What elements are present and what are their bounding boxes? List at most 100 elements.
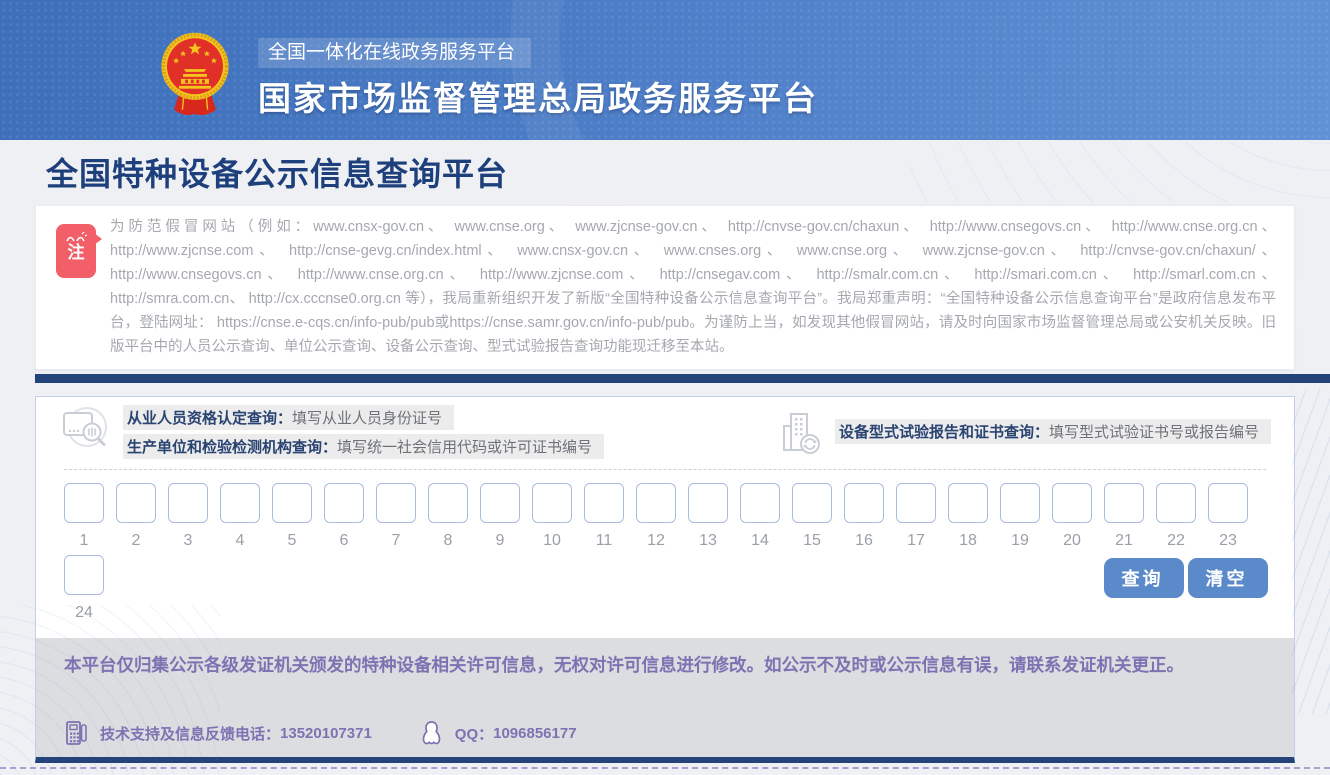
code-cell: 10 xyxy=(532,483,572,550)
disclaimer-text: 本平台仅归集公示各级发证机关颁发的特种设备相关许可信息，无权对许可信息进行修改。… xyxy=(64,650,1264,680)
code-cell: 20 xyxy=(1052,483,1092,550)
unit-query-option[interactable]: 生产单位和检验检测机构查询：填写统一社会信用代码或许可证书编号 xyxy=(123,434,604,459)
navy-divider-bar xyxy=(35,374,1330,383)
code-input-13[interactable] xyxy=(688,483,728,523)
code-cell: 18 xyxy=(948,483,988,550)
code-cell: 16 xyxy=(844,483,884,550)
code-input-23[interactable] xyxy=(1208,483,1248,523)
code-input-20[interactable] xyxy=(1052,483,1092,523)
page-title: 全国特种设备公示信息查询平台 xyxy=(46,149,508,195)
code-cell: 5 xyxy=(272,483,312,550)
query-panel: 从业人员资格认定查询：填写从业人员身份证号 生产单位和检验检测机构查询：填写统一… xyxy=(35,396,1295,763)
code-input-2[interactable] xyxy=(116,483,156,523)
building-sync-icon xyxy=(781,411,821,455)
code-input-9[interactable] xyxy=(480,483,520,523)
code-input-10[interactable] xyxy=(532,483,572,523)
code-cell: 1 xyxy=(64,483,104,550)
code-cell: 19 xyxy=(1000,483,1040,550)
code-input-14[interactable] xyxy=(740,483,780,523)
code-cell-number: 12 xyxy=(636,532,676,550)
code-input-17[interactable] xyxy=(896,483,936,523)
code-cell-number: 7 xyxy=(376,532,416,550)
code-input-24[interactable] xyxy=(64,555,104,595)
code-cell-number: 9 xyxy=(480,532,520,550)
code-cell: 13 xyxy=(688,483,728,550)
code-cell-number: 23 xyxy=(1208,532,1248,550)
site-header: 全国一体化在线政务服务平台 国家市场监督管理总局政务服务平台 xyxy=(0,0,1330,140)
document-magnifier-icon xyxy=(61,405,109,451)
code-cell-number: 6 xyxy=(324,532,364,550)
code-input-1[interactable] xyxy=(64,483,104,523)
code-input-4[interactable] xyxy=(220,483,260,523)
code-cell: 7 xyxy=(376,483,416,550)
code-cell: 11 xyxy=(584,483,624,550)
note-bubble-icon: 注 xyxy=(56,224,96,278)
code-cell: 8 xyxy=(428,483,468,550)
code-cell: 15 xyxy=(792,483,832,550)
person-query-label: 从业人员资格认定查询： xyxy=(127,410,292,427)
code-row-1: 1234567891011121314151617181920212223 xyxy=(64,483,1248,550)
code-cell-number: 21 xyxy=(1104,532,1144,550)
code-input-8[interactable] xyxy=(428,483,468,523)
code-cell: 12 xyxy=(636,483,676,550)
bg-diagonal-lines xyxy=(1292,388,1330,714)
site-title[interactable]: 国家市场监督管理总局政务服务平台 xyxy=(258,72,818,120)
dashed-separator xyxy=(64,469,1266,470)
code-cell: 6 xyxy=(324,483,364,550)
clear-button[interactable]: 清空 xyxy=(1188,558,1268,598)
code-cell: 22 xyxy=(1156,483,1196,550)
qq-number: 1096856177 xyxy=(493,725,576,742)
bottom-dashed-line xyxy=(0,767,1330,769)
code-input-3[interactable] xyxy=(168,483,208,523)
code-cell-number: 3 xyxy=(168,532,208,550)
code-input-5[interactable] xyxy=(272,483,312,523)
code-input-18[interactable] xyxy=(948,483,988,523)
panel-footer: 本平台仅归集公示各级发证机关颁发的特种设备相关许可信息，无权对许可信息进行修改。… xyxy=(36,638,1294,757)
code-cell: 14 xyxy=(740,483,780,550)
code-input-22[interactable] xyxy=(1156,483,1196,523)
code-cell: 17 xyxy=(896,483,936,550)
code-cell-number: 11 xyxy=(584,532,624,550)
search-button[interactable]: 查询 xyxy=(1104,558,1184,598)
national-platform-badge: 全国一体化在线政务服务平台 xyxy=(258,38,531,68)
code-cell: 3 xyxy=(168,483,208,550)
code-cell: 2 xyxy=(116,483,156,550)
code-input-16[interactable] xyxy=(844,483,884,523)
code-input-21[interactable] xyxy=(1104,483,1144,523)
code-cell-number: 17 xyxy=(896,532,936,550)
person-query-option[interactable]: 从业人员资格认定查询：填写从业人员身份证号 xyxy=(123,405,454,430)
code-input-6[interactable] xyxy=(324,483,364,523)
page: 全国一体化在线政务服务平台 国家市场监督管理总局政务服务平台 全国特种设备公示信… xyxy=(0,0,1330,775)
code-cell-number: 10 xyxy=(532,532,572,550)
unit-query-hint: 填写统一社会信用代码或许可证书编号 xyxy=(337,439,592,456)
device-query-option[interactable]: 设备型式试验报告和证书查询：填写型式试验证书号或报告编号 xyxy=(835,419,1271,444)
code-cell-number: 16 xyxy=(844,532,884,550)
anti-fake-notice-panel: 注 为防范假冒网站（例如：www.cnsx-gov.cn、 www.cnse.o… xyxy=(35,205,1295,370)
code-cell-number: 20 xyxy=(1052,532,1092,550)
unit-query-label: 生产单位和检验检测机构查询： xyxy=(127,439,337,456)
device-query-hint: 填写型式试验证书号或报告编号 xyxy=(1049,424,1259,441)
code-input-11[interactable] xyxy=(584,483,624,523)
code-cell: 9 xyxy=(480,483,520,550)
code-cell-number: 15 xyxy=(792,532,832,550)
code-cell-number: 14 xyxy=(740,532,780,550)
code-input-19[interactable] xyxy=(1000,483,1040,523)
notice-badge-label: 注 xyxy=(56,243,96,263)
code-cell-number: 18 xyxy=(948,532,988,550)
code-cell-number: 22 xyxy=(1156,532,1196,550)
bg-wave-lines xyxy=(910,142,1330,202)
code-cell: 21 xyxy=(1104,483,1144,550)
code-input-7[interactable] xyxy=(376,483,416,523)
code-cell-number: 4 xyxy=(220,532,260,550)
person-query-hint: 填写从业人员身份证号 xyxy=(292,410,442,427)
national-emblem-icon xyxy=(160,30,230,118)
code-input-15[interactable] xyxy=(792,483,832,523)
code-cell-number: 19 xyxy=(1000,532,1040,550)
code-cell: 23 xyxy=(1208,483,1248,550)
code-input-12[interactable] xyxy=(636,483,676,523)
device-query-label: 设备型式试验报告和证书查询： xyxy=(839,424,1049,441)
code-cell-number: 1 xyxy=(64,532,104,550)
bg-corner-arcs xyxy=(0,605,220,775)
qq-penguin-icon xyxy=(420,720,443,746)
device-type-test-query-block: 设备型式试验报告和证书查询：填写型式试验证书号或报告编号 xyxy=(781,411,1271,455)
